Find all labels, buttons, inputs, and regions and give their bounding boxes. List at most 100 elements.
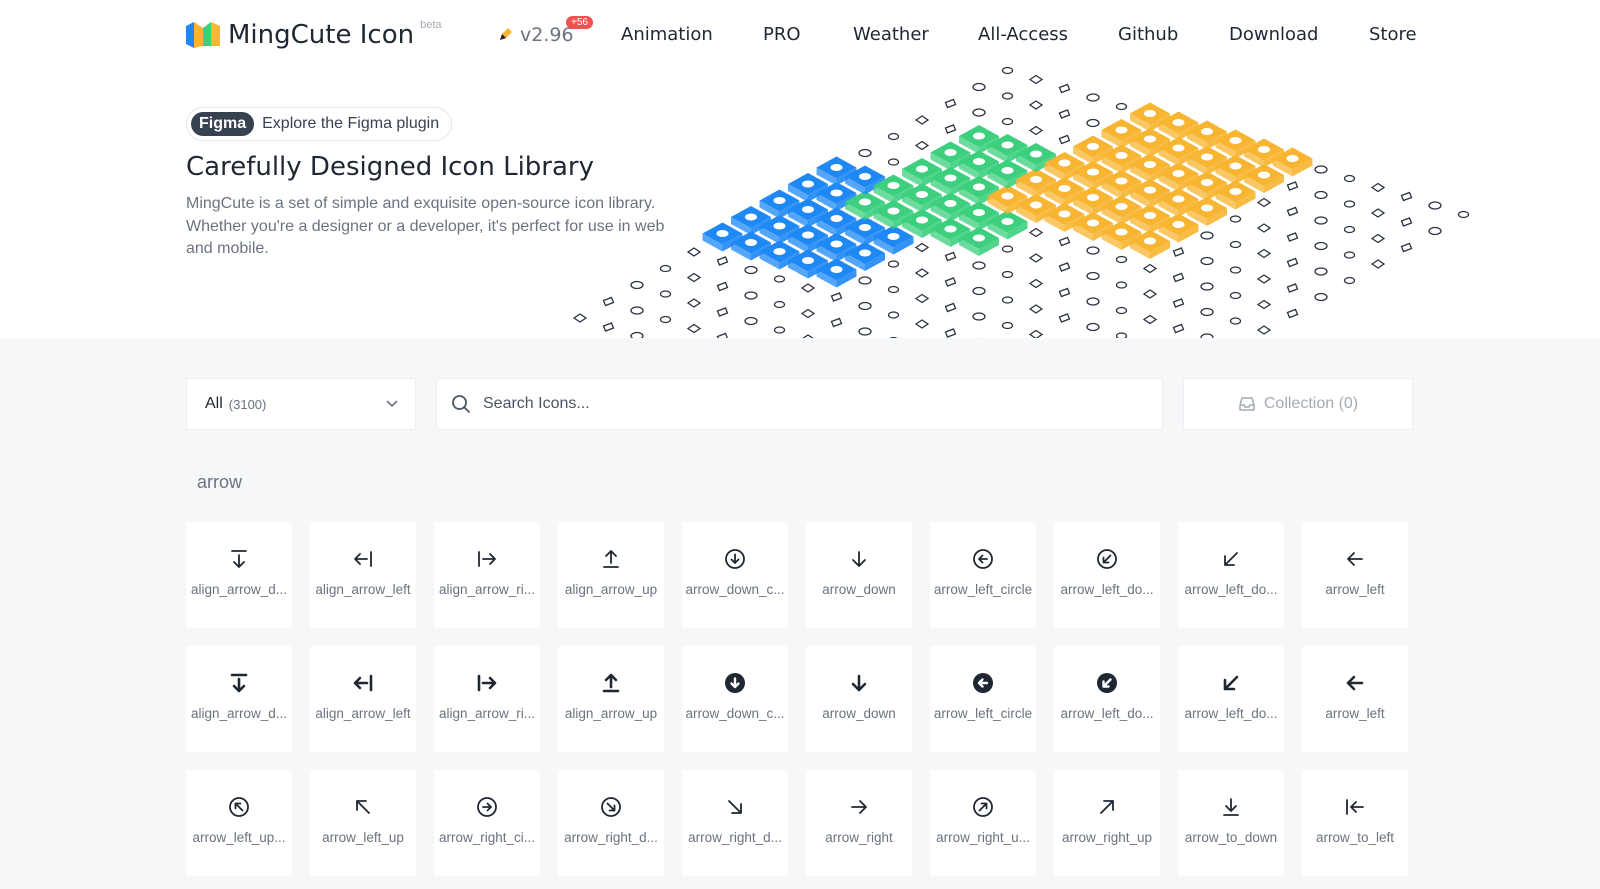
nav-all-access[interactable]: All-Access	[978, 24, 1068, 45]
outline-glyph	[1142, 314, 1158, 325]
icon-card[interactable]: arrow_down_c...	[682, 522, 788, 628]
outline-glyph	[1286, 257, 1299, 268]
icon-name: align_arrow_up	[564, 582, 658, 597]
outline-glyph	[1314, 267, 1328, 276]
icon-name: arrow_right	[825, 830, 893, 845]
outline-glyph	[1028, 100, 1044, 110]
nav-github[interactable]: Github	[1118, 24, 1178, 45]
icon-card[interactable]: arrow_to_left	[1302, 770, 1408, 876]
outline-glyph	[972, 312, 986, 321]
outline-glyph	[1115, 332, 1128, 338]
outline-glyph	[1200, 231, 1214, 240]
nav-pro[interactable]: PRO	[763, 24, 801, 45]
figma-plugin-link[interactable]: Figma Explore the Figma plugin	[186, 107, 453, 141]
outline-glyph	[1001, 245, 1014, 253]
collection-button[interactable]: Collection (0)	[1183, 378, 1413, 430]
search-box	[436, 378, 1163, 430]
outline-glyph	[1343, 225, 1356, 234]
outline-glyph	[1200, 282, 1214, 291]
icon-card[interactable]: arrow_left	[1302, 646, 1408, 752]
icon-name: arrow_down	[822, 706, 896, 721]
outline-glyph	[659, 315, 672, 324]
nav-download[interactable]: Download	[1229, 24, 1318, 45]
outline-glyph	[944, 302, 957, 313]
outline-glyph	[1370, 182, 1386, 193]
icon-card[interactable]: align_arrow_ri...	[434, 646, 540, 752]
isometric-icons-illustration	[572, 66, 1470, 338]
outline-glyph	[686, 272, 702, 283]
logo-text: MingCute Icon	[228, 20, 415, 50]
icon-card[interactable]: arrow_left_circle	[930, 646, 1036, 752]
icon-card[interactable]: arrow_left	[1302, 522, 1408, 628]
arrow-down-circle-icon	[722, 670, 748, 696]
icon-name: align_arrow_ri...	[438, 582, 536, 597]
icon-card[interactable]: align_arrow_up	[558, 646, 664, 752]
outline-glyph	[800, 308, 816, 319]
outline-glyph	[1028, 304, 1044, 314]
chevron-down-icon	[386, 400, 398, 408]
outline-glyph	[1229, 291, 1242, 300]
icon-name: arrow_left_do...	[1060, 706, 1154, 721]
icon-name: align_arrow_left	[315, 706, 411, 721]
outline-glyph	[1428, 226, 1442, 236]
icon-card[interactable]: align_arrow_left	[310, 522, 416, 628]
outline-glyph	[773, 275, 786, 283]
outline-glyph	[716, 256, 729, 266]
icon-card[interactable]: align_arrow_ri...	[434, 522, 540, 628]
icon-card[interactable]: arrow_left_do...	[1054, 646, 1160, 752]
outline-glyph	[972, 261, 986, 270]
outline-glyph	[1028, 253, 1044, 263]
outline-glyph	[744, 265, 758, 275]
version-link[interactable]: v2.96	[498, 24, 574, 46]
outline-glyph	[1314, 216, 1328, 225]
nav-weather[interactable]: Weather	[853, 24, 929, 45]
icon-card[interactable]: arrow_left_up...	[186, 770, 292, 876]
icon-card[interactable]: arrow_right_up	[1054, 770, 1160, 876]
icon-card[interactable]: arrow_left_do...	[1178, 646, 1284, 752]
icon-card[interactable]: arrow_left_up	[310, 770, 416, 876]
icon-card[interactable]: arrow_right_d...	[558, 770, 664, 876]
icon-card[interactable]: arrow_down	[806, 646, 912, 752]
icon-card[interactable]: arrow_left_do...	[1178, 522, 1284, 628]
icon-card[interactable]: align_arrow_left	[310, 646, 416, 752]
icon-card[interactable]: arrow_right_d...	[682, 770, 788, 876]
arrow-right-circle-icon	[474, 794, 500, 820]
search-input[interactable]	[481, 394, 1085, 414]
icon-card[interactable]: arrow_down	[806, 522, 912, 628]
outline-glyph	[1256, 325, 1272, 335]
outline-glyph	[1028, 125, 1044, 136]
logo[interactable]: MingCute Icon beta	[186, 19, 442, 50]
outline-glyph	[858, 327, 872, 336]
outline-glyph	[944, 277, 957, 287]
align-down-icon	[226, 670, 252, 696]
arrow-down-circle-icon	[722, 546, 748, 572]
icon-card[interactable]: align_arrow_d...	[186, 522, 292, 628]
icon-card[interactable]: arrow_right	[806, 770, 912, 876]
nav-animation[interactable]: Animation	[621, 24, 713, 45]
outline-glyph	[830, 317, 843, 328]
icon-name: align_arrow_ri...	[438, 706, 536, 721]
icon-card[interactable]: arrow_right_ci...	[434, 770, 540, 876]
icon-card[interactable]: arrow_left_do...	[1054, 522, 1160, 628]
outline-glyph	[1058, 134, 1071, 145]
nav-store[interactable]: Store	[1369, 24, 1417, 45]
align-left-icon	[350, 670, 376, 696]
outline-glyph	[1286, 206, 1299, 217]
icon-card[interactable]: align_arrow_up	[558, 522, 664, 628]
category-select[interactable]: All (3100)	[186, 378, 416, 430]
outline-glyph	[1428, 201, 1442, 210]
icon-card[interactable]: arrow_to_down	[1178, 770, 1284, 876]
outline-glyph	[887, 132, 900, 141]
icon-card[interactable]: align_arrow_d...	[186, 646, 292, 752]
outline-glyph	[858, 276, 872, 285]
outline-glyph	[1256, 197, 1272, 208]
outline-glyph	[1028, 227, 1044, 238]
icon-card[interactable]: arrow_left_circle	[930, 522, 1036, 628]
icon-card[interactable]: arrow_down_c...	[682, 646, 788, 752]
outline-glyph	[1457, 210, 1470, 219]
outline-glyph	[1286, 308, 1299, 319]
icon-card[interactable]: arrow_right_u...	[930, 770, 1036, 876]
outline-glyph	[1343, 251, 1356, 259]
icon-name: arrow_right_up	[1061, 830, 1153, 845]
outline-glyph	[1256, 223, 1272, 233]
